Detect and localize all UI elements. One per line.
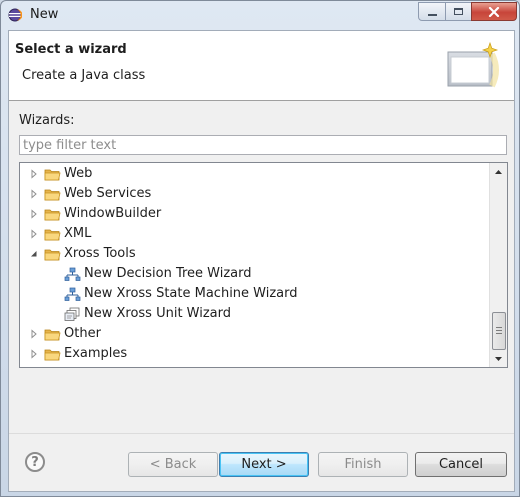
folder-icon xyxy=(44,349,61,361)
folder-icon xyxy=(44,189,61,201)
close-button[interactable] xyxy=(471,2,517,21)
maximize-icon xyxy=(454,8,463,15)
collapse-arrow-icon[interactable] xyxy=(29,249,39,259)
tree-item-label: New Xross State Machine Wizard xyxy=(84,286,298,301)
folder-icon xyxy=(44,169,61,181)
back-button[interactable]: < Back xyxy=(128,452,218,477)
tree-item-label: Web Services xyxy=(64,186,152,201)
help-button[interactable]: ? xyxy=(25,452,45,472)
new-wizard-window: New Select a wizard Create a Java class xyxy=(0,0,520,497)
tree-item[interactable]: Web xyxy=(20,164,490,184)
header-title: Select a wizard xyxy=(15,42,127,57)
eclipse-icon xyxy=(8,8,22,22)
expand-arrow-icon[interactable] xyxy=(29,189,39,199)
close-icon xyxy=(488,6,500,17)
tree-item[interactable]: Examples xyxy=(20,344,490,364)
header-description: Create a Java class xyxy=(22,68,146,83)
finish-button[interactable]: Finish xyxy=(318,452,408,477)
title-bar[interactable]: New xyxy=(1,1,519,29)
wizards-label: Wizards: xyxy=(19,113,75,128)
tree-item-label: WindowBuilder xyxy=(64,206,162,221)
folder-icon xyxy=(44,329,61,341)
tree-item[interactable]: Web Services xyxy=(20,184,490,204)
expand-arrow-icon[interactable] xyxy=(29,329,39,339)
expand-arrow-icon[interactable] xyxy=(29,209,39,219)
wizard-tree[interactable]: Web Web Services WindowBuilder XML Xross Too… xyxy=(19,162,508,368)
next-button[interactable]: Next > xyxy=(219,452,309,477)
folder-icon xyxy=(44,229,61,241)
tree-item[interactable]: Other xyxy=(20,324,490,344)
expand-arrow-icon[interactable] xyxy=(29,169,39,179)
tree-item[interactable]: New Xross Unit Wizard xyxy=(20,304,490,324)
tree-diagram-icon xyxy=(64,287,81,301)
scroll-thumb[interactable] xyxy=(492,312,506,350)
tree-diagram-icon xyxy=(64,267,81,281)
folder-icon xyxy=(44,209,61,221)
new-wizard-banner-icon xyxy=(447,41,499,88)
vertical-scrollbar[interactable] xyxy=(489,163,507,367)
maximize-button[interactable] xyxy=(445,2,472,21)
minimize-button[interactable] xyxy=(418,2,446,21)
expand-arrow-icon[interactable] xyxy=(29,349,39,359)
minimize-icon xyxy=(427,13,437,16)
cancel-button[interactable]: Cancel xyxy=(415,452,507,477)
unit-wizard-icon xyxy=(64,307,80,321)
folder-icon xyxy=(44,249,61,261)
tree-item-label: New Xross Unit Wizard xyxy=(84,306,232,321)
tree-item[interactable]: XML xyxy=(20,224,490,244)
tree-item-label: Examples xyxy=(64,346,128,361)
wizard-header: Select a wizard Create a Java class xyxy=(9,31,514,101)
tree-item[interactable]: WindowBuilder xyxy=(20,204,490,224)
scroll-down-icon xyxy=(495,356,502,361)
scroll-up-button[interactable] xyxy=(490,163,507,180)
window-title: New xyxy=(30,7,59,22)
expand-arrow-icon[interactable] xyxy=(29,229,39,239)
scroll-up-icon xyxy=(495,169,502,174)
scroll-down-button[interactable] xyxy=(490,350,507,367)
filter-input[interactable] xyxy=(19,135,507,155)
tree-item[interactable]: New Decision Tree Wizard xyxy=(20,264,490,284)
dialog-body: Select a wizard Create a Java class Wiza… xyxy=(8,30,515,492)
tree-item-label: New Decision Tree Wizard xyxy=(84,266,252,281)
tree-item[interactable]: New Xross State Machine Wizard xyxy=(20,284,490,304)
tree-item-label: Xross Tools xyxy=(64,246,136,261)
tree-item-label: Web xyxy=(64,166,93,181)
grip-line xyxy=(496,327,502,328)
tree-item[interactable]: Xross Tools xyxy=(20,244,490,264)
grip-line xyxy=(496,333,502,334)
help-icon: ? xyxy=(31,454,39,470)
grip-line xyxy=(496,330,502,331)
tree-item-label: Other xyxy=(64,326,101,341)
tree-item-label: XML xyxy=(64,226,92,241)
